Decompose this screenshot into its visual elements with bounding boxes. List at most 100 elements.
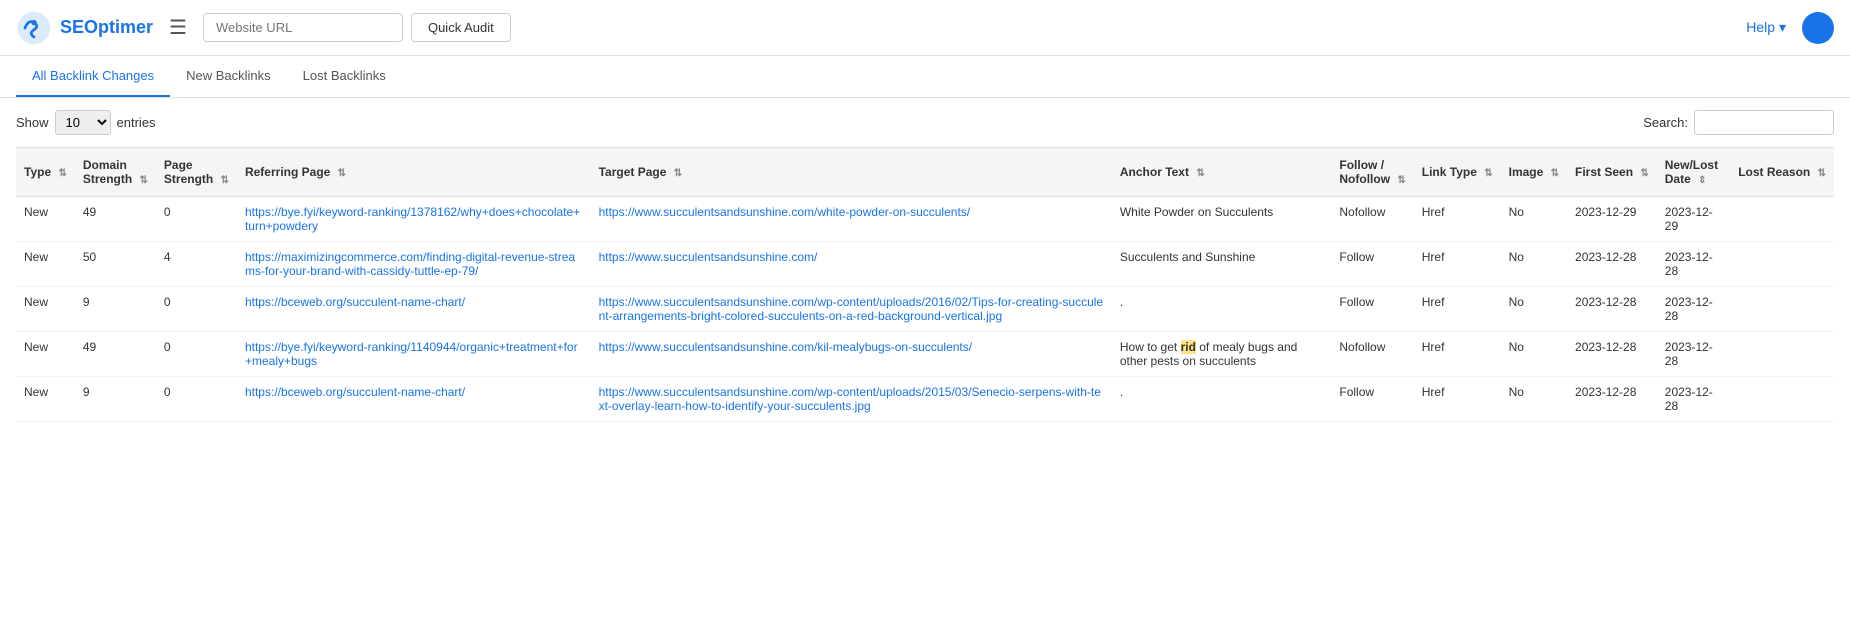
cell-link-type: Href	[1414, 332, 1501, 377]
cell-page-strength: 0	[156, 377, 237, 422]
cell-image: No	[1501, 242, 1567, 287]
col-image[interactable]: Image ⇅	[1501, 148, 1567, 197]
cell-page-strength: 4	[156, 242, 237, 287]
cell-referring-page: https://bye.fyi/keyword-ranking/1140944/…	[237, 332, 591, 377]
cell-page-strength: 0	[156, 332, 237, 377]
cell-type: New	[16, 287, 75, 332]
cell-new-lost-date: 2023-12-29	[1657, 197, 1730, 242]
col-referring-page[interactable]: Referring Page ⇅	[237, 148, 591, 197]
tab-all-backlink-changes[interactable]: All Backlink Changes	[16, 56, 170, 97]
referring-page-link[interactable]: https://bye.fyi/keyword-ranking/1378162/…	[245, 205, 580, 233]
cell-anchor-text: How to get rid of mealy bugs and other p…	[1112, 332, 1332, 377]
cell-link-type: Href	[1414, 242, 1501, 287]
user-icon[interactable]	[1802, 12, 1834, 44]
tab-lost-backlinks[interactable]: Lost Backlinks	[287, 56, 402, 97]
cell-domain-strength: 50	[75, 242, 156, 287]
cell-type: New	[16, 377, 75, 422]
tab-new-backlinks[interactable]: New Backlinks	[170, 56, 287, 97]
quick-audit-button[interactable]: Quick Audit	[411, 13, 511, 42]
col-anchor-text[interactable]: Anchor Text ⇅	[1112, 148, 1332, 197]
col-new-lost-date[interactable]: New/LostDate ⇕	[1657, 148, 1730, 197]
sort-icon-target: ⇅	[674, 168, 682, 179]
show-label: Show	[16, 115, 49, 130]
sort-icon-referring: ⇅	[338, 168, 346, 179]
cell-lost-reason	[1730, 242, 1834, 287]
entries-select[interactable]: 10 25 50 100	[55, 110, 111, 135]
cell-image: No	[1501, 332, 1567, 377]
cell-anchor-text: .	[1112, 377, 1332, 422]
cell-referring-page: https://bceweb.org/succulent-name-chart/	[237, 287, 591, 332]
col-type[interactable]: Type ⇅	[16, 148, 75, 197]
referring-page-link[interactable]: https://bceweb.org/succulent-name-chart/	[245, 385, 465, 399]
col-domain-strength[interactable]: DomainStrength ⇅	[75, 148, 156, 197]
cell-domain-strength: 9	[75, 287, 156, 332]
cell-image: No	[1501, 287, 1567, 332]
referring-page-link[interactable]: https://bceweb.org/succulent-name-chart/	[245, 295, 465, 309]
cell-target-page: https://www.succulentsandsunshine.com/wp…	[591, 287, 1112, 332]
cell-target-page: https://www.succulentsandsunshine.com/wh…	[591, 197, 1112, 242]
table-row: New 9 0 https://bceweb.org/succulent-nam…	[16, 377, 1834, 422]
cell-lost-reason	[1730, 377, 1834, 422]
logo: SEOptimer	[16, 10, 153, 46]
col-lost-reason[interactable]: Lost Reason ⇅	[1730, 148, 1834, 197]
help-link[interactable]: Help ▾	[1746, 19, 1786, 36]
cell-follow: Follow	[1331, 287, 1413, 332]
sort-icon-link-type: ⇅	[1484, 168, 1492, 179]
cell-new-lost-date: 2023-12-28	[1657, 287, 1730, 332]
target-page-link[interactable]: https://www.succulentsandsunshine.com/wp…	[599, 385, 1101, 413]
table-row: New 49 0 https://bye.fyi/keyword-ranking…	[16, 197, 1834, 242]
cell-follow: Nofollow	[1331, 197, 1413, 242]
backlinks-table: Type ⇅ DomainStrength ⇅ PageStrength ⇅ R…	[16, 147, 1834, 422]
cell-first-seen: 2023-12-28	[1567, 377, 1657, 422]
show-entries-control: Show 10 25 50 100 entries	[16, 110, 156, 135]
target-page-link[interactable]: https://www.succulentsandsunshine.com/wh…	[599, 205, 971, 219]
col-first-seen[interactable]: First Seen ⇅	[1567, 148, 1657, 197]
cell-lost-reason	[1730, 197, 1834, 242]
target-page-link[interactable]: https://www.succulentsandsunshine.com/	[599, 250, 818, 264]
website-url-input[interactable]	[203, 13, 403, 42]
sort-icon-new-lost: ⇕	[1698, 175, 1706, 186]
cell-anchor-text: White Powder on Succulents	[1112, 197, 1332, 242]
col-target-page[interactable]: Target Page ⇅	[591, 148, 1112, 197]
target-page-link[interactable]: https://www.succulentsandsunshine.com/wp…	[599, 295, 1104, 323]
cell-page-strength: 0	[156, 197, 237, 242]
cell-follow: Follow	[1331, 377, 1413, 422]
cell-page-strength: 0	[156, 287, 237, 332]
cell-lost-reason	[1730, 332, 1834, 377]
cell-domain-strength: 49	[75, 332, 156, 377]
cell-target-page: https://www.succulentsandsunshine.com/ki…	[591, 332, 1112, 377]
col-page-strength[interactable]: PageStrength ⇅	[156, 148, 237, 197]
cell-target-page: https://www.succulentsandsunshine.com/	[591, 242, 1112, 287]
table-header-row: Type ⇅ DomainStrength ⇅ PageStrength ⇅ R…	[16, 148, 1834, 197]
cell-referring-page: https://bye.fyi/keyword-ranking/1378162/…	[237, 197, 591, 242]
cell-anchor-text: Succulents and Sunshine	[1112, 242, 1332, 287]
cell-link-type: Href	[1414, 197, 1501, 242]
sort-icon-follow: ⇅	[1397, 175, 1405, 186]
cell-image: No	[1501, 197, 1567, 242]
sort-icon-image: ⇅	[1551, 168, 1559, 179]
cell-link-type: Href	[1414, 377, 1501, 422]
search-input[interactable]	[1694, 110, 1834, 135]
backlinks-table-wrapper: Type ⇅ DomainStrength ⇅ PageStrength ⇅ R…	[0, 147, 1850, 422]
cell-image: No	[1501, 377, 1567, 422]
cell-lost-reason	[1730, 287, 1834, 332]
cell-new-lost-date: 2023-12-28	[1657, 377, 1730, 422]
cell-domain-strength: 9	[75, 377, 156, 422]
referring-page-link[interactable]: https://maximizingcommerce.com/finding-d…	[245, 250, 575, 278]
col-link-type[interactable]: Link Type ⇅	[1414, 148, 1501, 197]
col-follow[interactable]: Follow /Nofollow ⇅	[1331, 148, 1413, 197]
hamburger-menu[interactable]: ☰	[169, 15, 187, 40]
table-controls: Show 10 25 50 100 entries Search:	[0, 98, 1850, 147]
target-page-link[interactable]: https://www.succulentsandsunshine.com/ki…	[599, 340, 973, 354]
cell-anchor-text: .	[1112, 287, 1332, 332]
header: SEOptimer ☰ Quick Audit Help ▾	[0, 0, 1850, 56]
referring-page-link[interactable]: https://bye.fyi/keyword-ranking/1140944/…	[245, 340, 578, 368]
sort-icon-page: ⇅	[221, 175, 229, 186]
table-row: New 49 0 https://bye.fyi/keyword-ranking…	[16, 332, 1834, 377]
sort-icon-anchor: ⇅	[1196, 168, 1204, 179]
tabs-bar: All Backlink Changes New Backlinks Lost …	[0, 56, 1850, 98]
cell-first-seen: 2023-12-28	[1567, 242, 1657, 287]
cell-type: New	[16, 197, 75, 242]
cell-new-lost-date: 2023-12-28	[1657, 332, 1730, 377]
cell-first-seen: 2023-12-28	[1567, 287, 1657, 332]
